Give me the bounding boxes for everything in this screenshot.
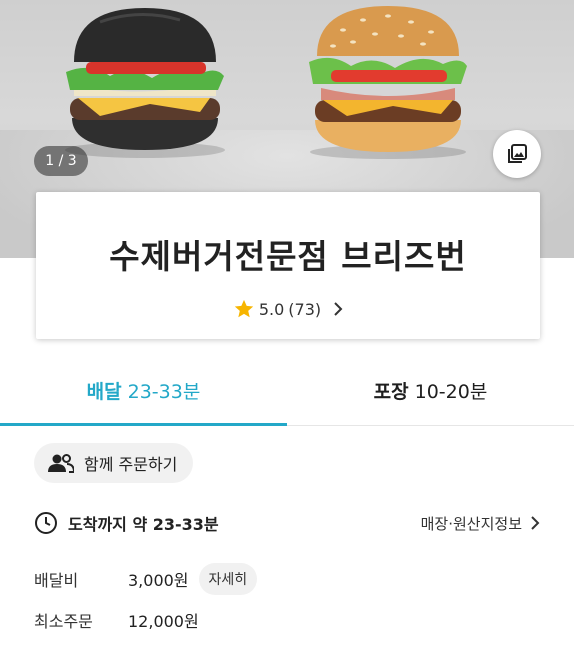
black-bun-burger-image <box>65 8 225 158</box>
chevron-right-icon <box>334 302 343 316</box>
rating-value: 5.0 <box>258 299 285 319</box>
chevron-right-icon <box>531 516 540 530</box>
min-order-value: 12,000원 <box>128 612 199 631</box>
rating-link[interactable]: 5.0 (73) <box>36 298 540 320</box>
clock-icon <box>35 512 57 534</box>
store-origin-info-link[interactable]: 매장·원산지정보 <box>421 513 540 534</box>
group-order-label: 함께 주문하기 <box>84 455 178 474</box>
min-order-label: 최소주문 <box>34 612 93 631</box>
tab-pickup[interactable]: 포장 10-20분 <box>287 356 574 425</box>
star-icon <box>234 299 254 318</box>
tab-delivery-time: 23-33분 <box>127 381 201 403</box>
tab-delivery[interactable]: 배달 23-33분 <box>0 356 287 426</box>
tab-pickup-title: 포장 <box>373 381 409 403</box>
photo-gallery-button[interactable] <box>493 130 541 178</box>
review-count: (73) <box>288 299 322 319</box>
store-origin-info-label: 매장·원산지정보 <box>420 514 522 533</box>
min-order-row: 최소주문 12,000원 <box>34 606 199 634</box>
arrival-time: 도착까지 약 23-33분 <box>34 511 219 535</box>
tab-pickup-time: 10-20분 <box>414 381 488 403</box>
arrival-time-text: 도착까지 약 23-33분 <box>68 515 219 534</box>
store-info-card: 수제버거전문점 브리즈번 5.0 (73) <box>36 192 540 339</box>
delivery-fee-value: 3,000원 <box>128 571 189 590</box>
people-icon <box>48 454 74 473</box>
image-page-counter: 1 / 3 <box>34 146 88 176</box>
tab-delivery-title: 배달 <box>86 381 122 403</box>
store-name: 수제버거전문점 브리즈번 <box>109 237 467 276</box>
order-type-tabs: 배달 23-33분 포장 10-20분 <box>0 356 574 426</box>
arrival-info-row: 도착까지 약 23-33분 매장·원산지정보 <box>34 510 540 536</box>
delivery-fee-row: 배달비 3,000원 자세히 <box>34 563 258 595</box>
sesame-bun-burger-image <box>309 6 467 159</box>
delivery-fee-detail-button[interactable]: 자세히 <box>198 563 258 595</box>
group-order-button[interactable]: 함께 주문하기 <box>34 443 194 483</box>
delivery-fee-label: 배달비 <box>34 571 79 590</box>
photo-gallery-icon <box>508 144 527 163</box>
